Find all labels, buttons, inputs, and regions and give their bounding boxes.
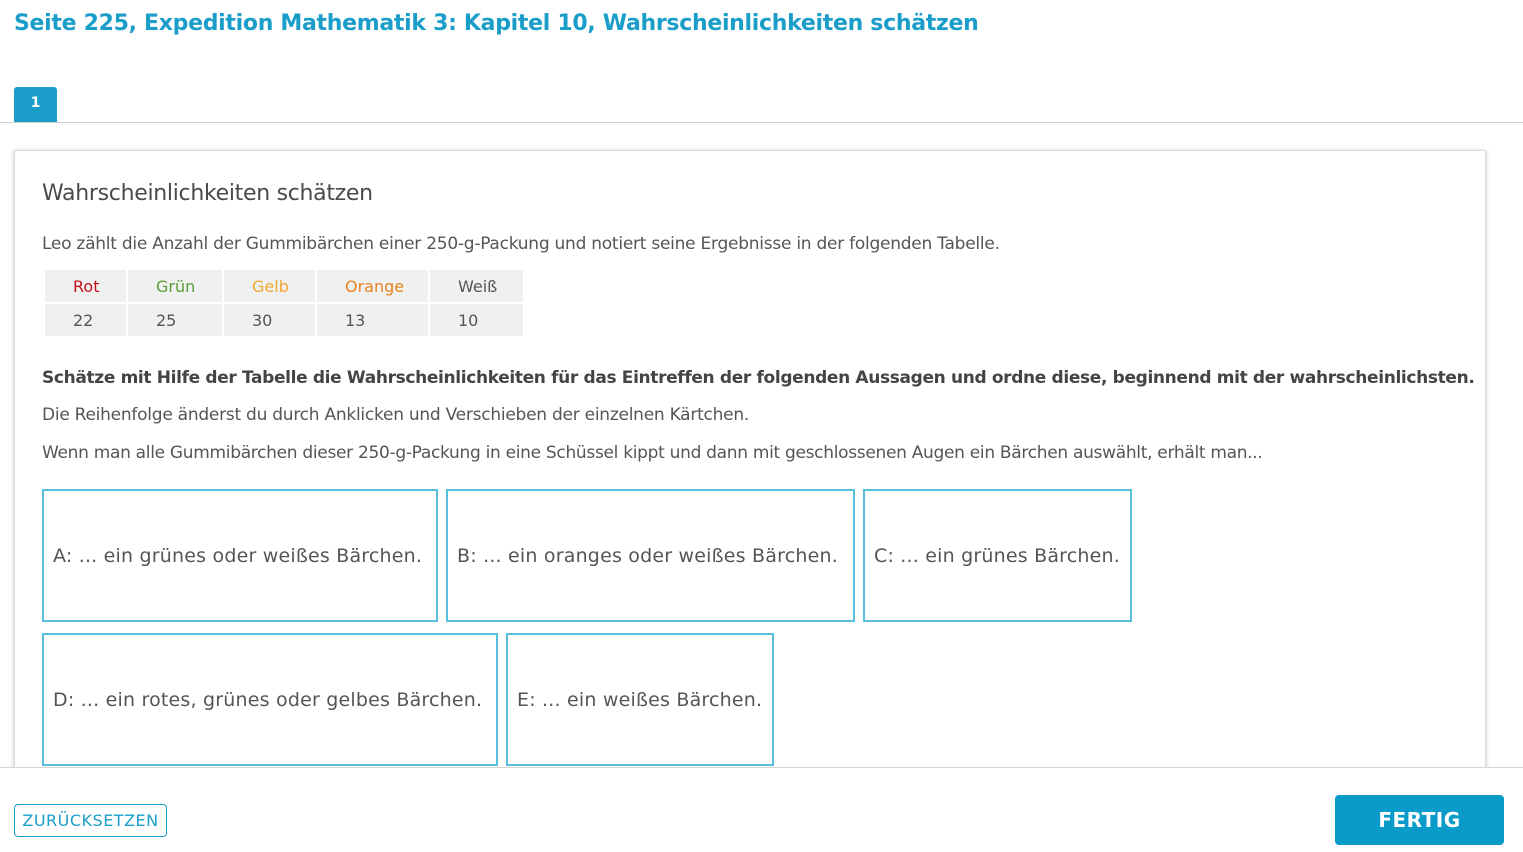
table-value-white: 10 — [430, 304, 523, 338]
table-header-red: Rot — [45, 270, 126, 304]
table-header-green: Grün — [128, 270, 222, 304]
exercise-heading: Wahrscheinlichkeiten schätzen — [42, 181, 373, 206]
done-button[interactable]: FERTIG — [1335, 795, 1504, 845]
table-header-white: Weiß — [430, 270, 523, 304]
tab-bar-divider — [0, 122, 1523, 123]
table-value-row: 22 25 30 13 10 — [45, 304, 523, 338]
sortable-card-a[interactable]: A: ... ein grünes oder weißes Bärchen. — [42, 489, 438, 622]
table-value-green: 25 — [128, 304, 222, 338]
task-lead: Wenn man alle Gummibärchen dieser 250-g-… — [42, 443, 1263, 463]
task-instruction: Schätze mit Hilfe der Tabelle die Wahrsc… — [42, 368, 1475, 388]
table-header-yellow: Gelb — [224, 270, 315, 304]
page-title: Seite 225, Expedition Mathematik 3: Kapi… — [14, 11, 979, 36]
table-header-row: Rot Grün Gelb Orange Weiß — [45, 270, 523, 304]
sortable-card-e[interactable]: E: ... ein weißes Bärchen. — [506, 633, 774, 766]
sortable-card-d[interactable]: D: ... ein rotes, grünes oder gelbes Bär… — [42, 633, 498, 766]
intro-text: Leo zählt die Anzahl der Gummibärchen ei… — [42, 234, 1000, 254]
sortable-card-c[interactable]: C: ... ein grünes Bärchen. — [863, 489, 1132, 622]
reset-button[interactable]: ZURÜCKSETZEN — [14, 804, 167, 837]
task-hint: Die Reihenfolge änderst du durch Anklick… — [42, 405, 750, 425]
gummy-bear-table: Rot Grün Gelb Orange Weiß 22 25 30 13 10 — [43, 270, 525, 338]
footer-bar: ZURÜCKSETZEN FERTIG — [0, 768, 1523, 852]
sortable-card-b[interactable]: B: ... ein oranges oder weißes Bärchen. — [446, 489, 855, 622]
table-header-orange: Orange — [317, 270, 428, 304]
table-value-yellow: 30 — [224, 304, 315, 338]
exercise-panel: Wahrscheinlichkeiten schätzen Leo zählt … — [14, 150, 1486, 790]
tab-1[interactable]: 1 — [14, 87, 57, 123]
table-value-orange: 13 — [317, 304, 428, 338]
table-value-red: 22 — [45, 304, 126, 338]
